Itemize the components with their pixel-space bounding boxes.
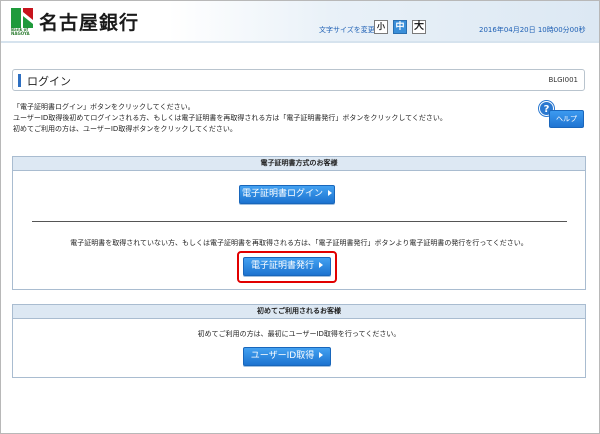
cert-login-panel: 電子証明書方式のお客様 電子証明書ログイン 電子証明書を取得されていない方、もし… xyxy=(12,156,586,290)
new-user-section-heading: 初めてご利用されるお客様 xyxy=(13,305,585,319)
cert-issue-highlight: 電子証明書発行 xyxy=(237,251,337,283)
new-user-panel: 初めてご利用されるお客様 初めてご利用の方は、最初にユーザーID取得を行ってくだ… xyxy=(12,304,586,378)
cert-login-button-label: 電子証明書ログイン xyxy=(241,189,323,199)
font-size-medium-button[interactable]: 中 xyxy=(393,20,407,34)
font-size-large-button[interactable]: 大 xyxy=(412,20,426,34)
bank-logo-icon: Bank of NAGOYA xyxy=(11,8,37,36)
help-button[interactable]: ヘルプ xyxy=(549,110,584,128)
intro-text: 「電子証明書ログイン」ボタンをクリックしてください。 ユーザーID取得後初めてロ… xyxy=(13,102,447,135)
header: Bank of NAGOYA 名古屋銀行 文字サイズを変更 小 中 大 2016… xyxy=(1,1,599,43)
title-accent-bar xyxy=(18,74,21,87)
bank-name: 名古屋銀行 xyxy=(39,12,140,34)
font-size-small-button[interactable]: 小 xyxy=(374,20,388,34)
cert-login-button[interactable]: 電子証明書ログイン xyxy=(239,185,335,204)
arrow-right-icon xyxy=(319,352,324,358)
intro-line: ユーザーID取得後初めてログインされる方、もしくは電子証明書を再取得される方は「… xyxy=(13,114,447,122)
user-id-button[interactable]: ユーザーID取得 xyxy=(243,347,331,366)
cert-issue-button-label: 電子証明書発行 xyxy=(250,261,314,271)
intro-line: 「電子証明書ログイン」ボタンをクリックしてください。 xyxy=(13,103,195,111)
bank-logo: Bank of NAGOYA 名古屋銀行 xyxy=(11,8,139,36)
arrow-right-icon xyxy=(328,190,332,196)
page-title-bar: ログイン BLGI001 xyxy=(12,69,585,91)
screen-id: BLGI001 xyxy=(548,76,578,84)
page-title: ログイン xyxy=(27,75,71,88)
user-id-button-label: ユーザーID取得 xyxy=(250,351,315,361)
new-user-note: 初めてご利用の方は、最初にユーザーID取得を行ってください。 xyxy=(197,330,401,338)
font-size-label: 文字サイズを変更 xyxy=(319,26,375,34)
cert-issue-note: 電子証明書を取得されていない方、もしくは電子証明書を再取得される方は、「電子証明… xyxy=(70,239,528,247)
cert-issue-button[interactable]: 電子証明書発行 xyxy=(243,257,331,276)
arrow-right-icon xyxy=(319,262,323,268)
datetime: 2016年04月20日 10時00分00秒 xyxy=(479,26,586,34)
intro-line: 初めてご利用の方は、ユーザーID取得ボタンをクリックしてください。 xyxy=(13,125,237,133)
cert-section-heading: 電子証明書方式のお客様 xyxy=(13,157,585,171)
logo-sub-text: Bank of NAGOYA xyxy=(11,27,30,36)
section-divider xyxy=(32,221,567,222)
